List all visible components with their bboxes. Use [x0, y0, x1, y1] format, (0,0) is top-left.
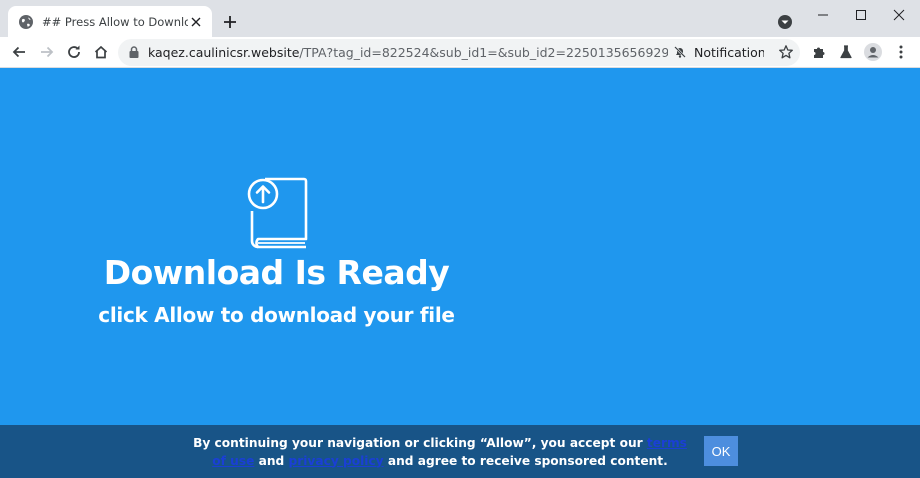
close-window-button[interactable]	[886, 5, 912, 25]
close-icon	[893, 9, 905, 21]
menu-button[interactable]	[890, 41, 912, 63]
maximize-button[interactable]	[848, 5, 874, 25]
back-button[interactable]	[8, 41, 30, 63]
consent-banner: By continuing your navigation or clickin…	[0, 425, 920, 478]
bookmark-star-icon[interactable]	[778, 44, 794, 60]
minimize-button[interactable]	[810, 5, 836, 25]
page-content: Download Is Ready click Allow to downloa…	[0, 69, 920, 425]
flask-icon	[840, 45, 852, 59]
tab-title: ## Press Allow to Download ##	[42, 14, 188, 29]
plus-icon	[224, 16, 236, 28]
consent-text-middle: and	[254, 453, 289, 468]
ok-button[interactable]: OK	[704, 436, 738, 466]
reload-button[interactable]	[63, 41, 85, 63]
address-bar[interactable]: kaqez.caulinicsr.website/TPA?tag_id=8225…	[118, 39, 800, 66]
home-icon	[94, 45, 108, 59]
privacy-policy-link[interactable]: privacy policy	[289, 454, 384, 468]
arrow-right-icon	[41, 46, 54, 58]
minimize-icon	[818, 14, 828, 16]
puzzle-icon	[814, 47, 825, 58]
labs-button[interactable]	[835, 41, 857, 63]
avatar-icon	[864, 43, 882, 61]
browser-tab[interactable]: ## Press Allow to Download ##	[8, 6, 212, 37]
profile-button[interactable]	[862, 41, 884, 63]
consent-statement: By continuing your navigation or clickin…	[190, 434, 690, 470]
consent-text-before: By continuing your navigation or clickin…	[193, 435, 647, 450]
url-host: kaqez.caulinicsr.website	[148, 45, 300, 60]
browser-toolbar: kaqez.caulinicsr.website/TPA?tag_id=8225…	[0, 37, 920, 68]
globe-icon	[19, 14, 33, 29]
kebab-menu-icon	[899, 45, 903, 59]
tab-close-icon[interactable]	[188, 14, 204, 30]
notifications-blocked-label[interactable]: Notifications blocked	[694, 45, 764, 60]
home-button[interactable]	[90, 41, 112, 63]
tab-search-button[interactable]	[776, 13, 794, 31]
consent-text: By continuing your navigation or clickin…	[190, 425, 690, 478]
extensions-button[interactable]	[808, 41, 830, 63]
page-subline: click Allow to download your file	[98, 303, 455, 327]
arrow-left-icon	[12, 46, 25, 58]
tab-strip: ## Press Allow to Download ##	[0, 0, 920, 37]
lock-icon[interactable]	[127, 45, 141, 59]
new-tab-button[interactable]	[220, 12, 240, 32]
download-book-icon	[247, 177, 308, 249]
url-path: /TPA?tag_id=822524&sub_id1=&sub_id2=2250…	[299, 45, 668, 60]
forward-button[interactable]	[36, 41, 58, 63]
chevron-down-circle-icon	[778, 15, 792, 29]
maximize-icon	[856, 10, 866, 20]
reload-icon	[68, 45, 80, 58]
page-headline: Download Is Ready	[103, 253, 450, 292]
url-text[interactable]: kaqez.caulinicsr.website/TPA?tag_id=8225…	[148, 45, 668, 60]
consent-text-after: and agree to receive sponsored content.	[383, 453, 668, 468]
notifications-blocked-icon[interactable]	[673, 45, 687, 59]
